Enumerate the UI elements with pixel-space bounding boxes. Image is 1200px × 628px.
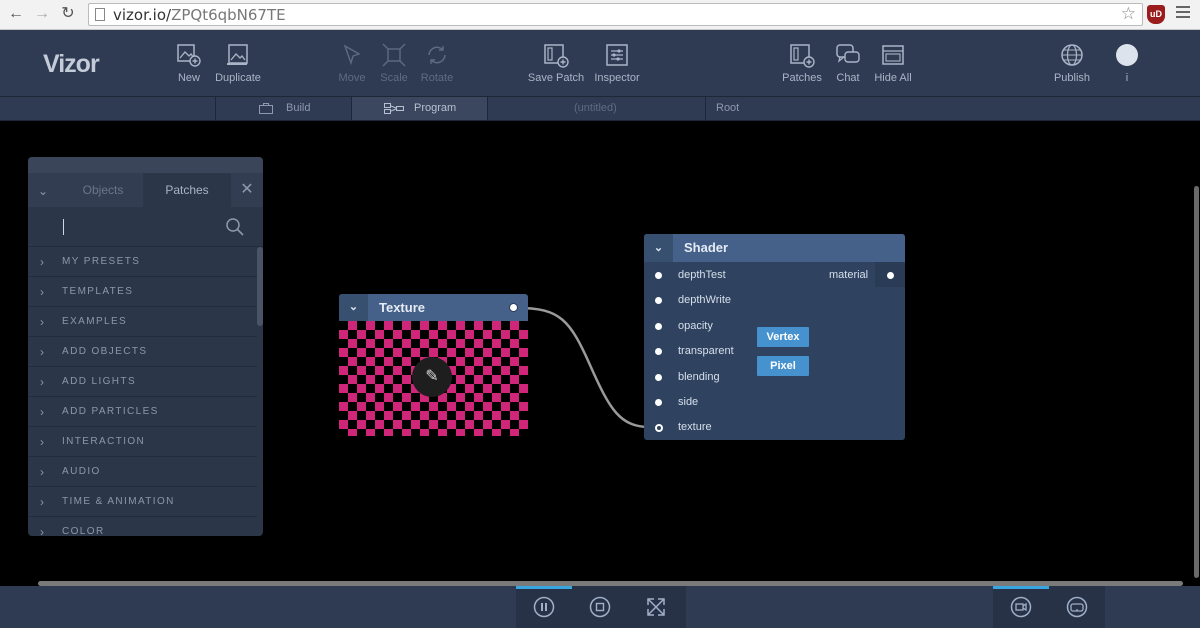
port-label: depthWrite xyxy=(678,294,731,306)
playback-bar xyxy=(0,586,1200,628)
fullscreen-icon[interactable] xyxy=(645,596,667,618)
texture-preview: ✎ xyxy=(339,321,528,436)
chevron-right-icon: › xyxy=(40,255,46,269)
input-port-texture[interactable]: texture xyxy=(644,415,754,440)
list-item-label: TEMPLATES xyxy=(62,286,134,297)
node-collapse-chevron-icon[interactable]: ⌄ xyxy=(644,234,673,262)
chevron-right-icon: › xyxy=(40,465,46,479)
input-port-blending[interactable]: blending xyxy=(644,365,754,390)
shader-node-header[interactable]: ⌄ Shader xyxy=(644,234,905,262)
active-indicator xyxy=(516,586,572,589)
stop-icon[interactable] xyxy=(589,596,611,618)
vertex-shader-button[interactable]: Vertex xyxy=(757,327,809,347)
list-item-label: EXAMPLES xyxy=(62,316,128,327)
list-item-add-lights[interactable]: › ADD LIGHTS xyxy=(28,367,257,397)
port-dot[interactable] xyxy=(655,374,662,381)
output-port-label: material xyxy=(829,269,869,281)
tab-patches[interactable]: Patches xyxy=(143,173,231,207)
list-item-add-objects[interactable]: › ADD OBJECTS xyxy=(28,337,257,367)
camera-icon[interactable] xyxy=(1010,596,1032,618)
material-output-port[interactable] xyxy=(887,272,894,279)
port-dot[interactable] xyxy=(655,348,662,355)
library-scrollbar[interactable] xyxy=(257,247,263,326)
shader-node-title: Shader xyxy=(684,240,729,255)
chevron-right-icon: › xyxy=(40,345,46,359)
port-dot[interactable] xyxy=(655,272,662,279)
port-label: side xyxy=(678,396,699,408)
texture-output-port[interactable] xyxy=(509,303,518,312)
list-item-interaction[interactable]: › INTERACTION xyxy=(28,427,257,457)
texture-node-title: Texture xyxy=(379,300,425,315)
search-icon[interactable] xyxy=(226,218,244,236)
chevron-right-icon: › xyxy=(40,435,46,449)
list-item-templates[interactable]: › TEMPLATES xyxy=(28,277,257,307)
close-icon[interactable]: ✕ xyxy=(231,173,263,207)
port-label: blending xyxy=(678,371,720,383)
list-item-label: COLOR xyxy=(62,526,105,536)
texture-to-shader-wire[interactable] xyxy=(517,306,651,429)
edit-pencil-icon[interactable]: ✎ xyxy=(412,357,452,397)
port-label: texture xyxy=(678,421,712,433)
chevron-right-icon: › xyxy=(40,315,46,329)
list-item-add-particles[interactable]: › ADD PARTICLES xyxy=(28,397,257,427)
search-input[interactable] xyxy=(63,219,64,235)
input-port-depthwrite[interactable]: depthWrite xyxy=(644,288,754,313)
port-dot-connected[interactable] xyxy=(655,424,663,432)
input-port-transparent[interactable]: transparent xyxy=(644,339,754,364)
collapse-chevron-icon[interactable]: ⌄ xyxy=(38,184,48,198)
input-port-depthtest[interactable]: depthTest material xyxy=(644,263,905,288)
port-label: transparent xyxy=(678,345,734,357)
active-view-indicator xyxy=(993,586,1049,589)
input-port-opacity[interactable]: opacity xyxy=(644,314,754,339)
tab-objects[interactable]: Objects xyxy=(63,173,143,207)
library-panel: ⌄ Objects Patches ✕ › MY PRESETS › TEMPLAT… xyxy=(28,157,263,536)
canvas-vertical-scrollbar[interactable] xyxy=(1194,186,1199,578)
library-search[interactable] xyxy=(28,207,263,247)
texture-node[interactable]: ⌄ Texture ✎ xyxy=(339,294,528,436)
input-port-side[interactable]: side xyxy=(644,390,754,415)
list-item-label: ADD LIGHTS xyxy=(62,376,137,387)
port-label: opacity xyxy=(678,320,713,332)
list-item-time-animation[interactable]: › TIME & ANIMATION xyxy=(28,487,257,517)
port-dot[interactable] xyxy=(655,323,662,330)
pause-icon[interactable] xyxy=(533,596,555,618)
chevron-right-icon: › xyxy=(40,495,46,509)
port-label: depthTest xyxy=(678,269,726,281)
library-drag-handle[interactable] xyxy=(28,157,263,173)
list-item-label: TIME & ANIMATION xyxy=(62,496,175,507)
texture-node-header[interactable]: ⌄ Texture xyxy=(339,294,528,321)
library-tabs: ⌄ Objects Patches ✕ xyxy=(28,173,263,207)
chevron-right-icon: › xyxy=(40,525,46,536)
list-item-examples[interactable]: › EXAMPLES xyxy=(28,307,257,337)
list-item-my-presets[interactable]: › MY PRESETS xyxy=(28,247,257,277)
list-item-label: ADD PARTICLES xyxy=(62,406,159,417)
chevron-right-icon: › xyxy=(40,285,46,299)
pixel-shader-button[interactable]: Pixel xyxy=(757,356,809,376)
port-dot[interactable] xyxy=(655,399,662,406)
list-item-label: INTERACTION xyxy=(62,436,146,447)
shader-node[interactable]: ⌄ Shader depthTest material depthWrite o… xyxy=(644,234,905,440)
list-item-label: MY PRESETS xyxy=(62,256,141,267)
chevron-right-icon: › xyxy=(40,375,46,389)
port-dot[interactable] xyxy=(655,297,662,304)
node-collapse-chevron-icon[interactable]: ⌄ xyxy=(339,294,368,321)
list-item-audio[interactable]: › AUDIO xyxy=(28,457,257,487)
list-item-label: ADD OBJECTS xyxy=(62,346,148,357)
vr-headset-icon[interactable] xyxy=(1066,596,1088,618)
chevron-right-icon: › xyxy=(40,405,46,419)
list-item-label: AUDIO xyxy=(62,466,101,477)
list-item-color[interactable]: › COLOR xyxy=(28,517,257,536)
